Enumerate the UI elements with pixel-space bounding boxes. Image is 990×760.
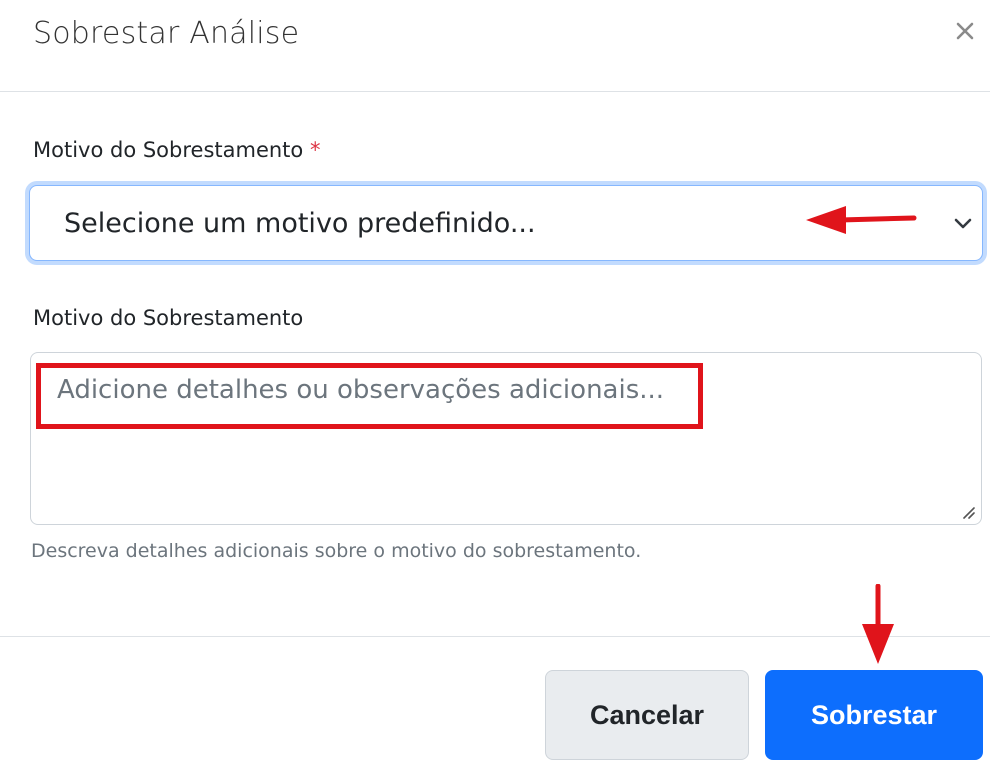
sobrestar-button[interactable]: Sobrestar	[765, 670, 983, 760]
highlight-box	[36, 363, 703, 429]
close-button[interactable]	[948, 14, 982, 48]
left-arrow-icon	[806, 206, 917, 234]
footer-divider	[0, 636, 990, 637]
cancel-button[interactable]: Cancelar	[545, 670, 749, 760]
reason-select-label: Motivo do Sobrestamento *	[33, 138, 320, 162]
details-label: Motivo do Sobrestamento	[33, 306, 304, 330]
details-help-text: Descreva detalhes adicionais sobre o mot…	[31, 540, 642, 562]
close-icon	[956, 22, 974, 40]
resize-handle-icon[interactable]	[958, 502, 976, 520]
down-arrow-icon	[862, 584, 894, 664]
reason-select-value: Selecione um motivo predefinido...	[64, 208, 536, 239]
modal-title: Sobrestar Análise	[33, 16, 300, 51]
reason-select-label-text: Motivo do Sobrestamento	[33, 138, 304, 162]
chevron-down-icon	[954, 218, 972, 229]
modal-header: Sobrestar Análise	[0, 0, 990, 92]
required-marker: *	[309, 138, 321, 162]
